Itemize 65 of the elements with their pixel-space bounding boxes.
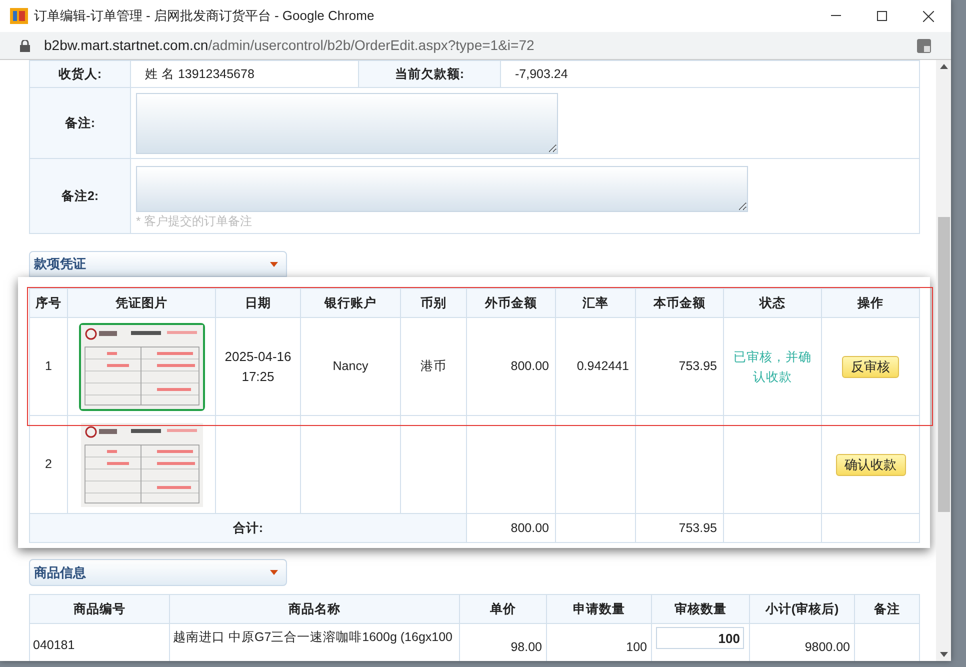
section-title: 商品信息 — [34, 564, 86, 582]
column-header: 日期 — [245, 296, 271, 310]
lock-icon — [20, 40, 30, 52]
currency-cell: 港币 — [420, 359, 446, 374]
column-header: 商品名称 — [288, 602, 340, 616]
column-header: 申请数量 — [573, 602, 625, 616]
field-value: -7,903.24 — [515, 66, 568, 81]
section-header[interactable]: 商品信息 — [29, 559, 287, 586]
maximize-icon — [877, 11, 887, 21]
product-name: 越南进口 中原G7三合一速溶咖啡1600g (16gx100 — [173, 630, 453, 644]
app-logo-icon — [10, 8, 28, 24]
field-label: 收货人: — [58, 66, 102, 81]
close-icon — [922, 10, 934, 22]
scroll-up-icon — [940, 64, 948, 69]
row-number: 1 — [45, 359, 52, 374]
url-text: b2bw.mart.startnet.com.cn/admin/usercontrol/b2b/OrderEdit.aspx?type=1&i=72 — [44, 36, 534, 55]
subtotal-cell: 9800.00 — [804, 640, 850, 654]
action-button[interactable]: 反审核 — [842, 356, 899, 378]
amount-cell: 753.95 — [678, 359, 717, 374]
column-header: 小计(审核后) — [765, 602, 839, 616]
column-header: 单价 — [490, 602, 516, 616]
column-header: 汇率 — [582, 296, 608, 310]
quantity-cell: 100 — [626, 640, 647, 654]
column-header: 外币金额 — [485, 296, 537, 310]
minimize-icon — [831, 15, 841, 17]
account-cell: Nancy — [332, 359, 368, 374]
rate-cell: 0.942441 — [576, 359, 629, 374]
date-cell: 2025-04-16 17:25 — [224, 349, 292, 384]
column-header: 本币金额 — [654, 296, 706, 310]
column-header: 审核数量 — [674, 602, 726, 616]
action-button[interactable]: 确认收款 — [836, 454, 906, 476]
product-code: 040181 — [33, 638, 75, 652]
translate-icon — [917, 38, 931, 52]
section-title: 款项凭证 — [34, 255, 86, 274]
field-label: 备注2: — [61, 188, 99, 203]
column-header: 凭证图片 — [116, 296, 168, 310]
scrollbar-thumb[interactable] — [938, 217, 950, 512]
field-label: 当前欠款额: — [394, 66, 464, 81]
window-title: 订单编辑-订单管理 - 启网批发商订货平台 - Google Chrome — [34, 7, 374, 26]
column-header: 状态 — [760, 296, 786, 310]
scrollbar[interactable] — [936, 60, 951, 661]
field-value: 姓 名 13912345678 — [145, 66, 254, 81]
total-label: 合计: — [232, 520, 264, 535]
remark-field[interactable] — [136, 92, 558, 154]
field-hint: * 客户提交的订单备注 — [136, 214, 252, 228]
remark-field[interactable] — [136, 166, 748, 212]
column-header: 备注 — [874, 602, 900, 616]
row-number: 2 — [45, 457, 52, 472]
total-amount: 800.00 — [510, 520, 549, 535]
column-header: 商品编号 — [74, 602, 126, 616]
column-header: 操作 — [858, 296, 884, 310]
caret-icon — [270, 262, 278, 266]
approved-quantity-field[interactable]: 100 — [656, 627, 744, 649]
field-label: 备注: — [64, 116, 96, 130]
column-header: 序号 — [36, 296, 62, 310]
amount-cell: 800.00 — [510, 359, 549, 374]
column-header: 币别 — [420, 296, 446, 310]
scroll-down-icon — [940, 652, 948, 657]
status-text: 已审核，并确认收款 — [734, 350, 812, 384]
address-bar[interactable]: b2bw.mart.startnet.com.cn/admin/usercontrol/b2b/OrderEdit.aspx?type=1&i=72 — [0, 32, 951, 60]
caret-icon — [270, 570, 278, 575]
section-header[interactable]: 款项凭证 — [29, 251, 287, 277]
price-cell: 98.00 — [510, 640, 542, 654]
total-amount: 753.95 — [678, 520, 717, 535]
column-header: 银行账户 — [324, 296, 376, 310]
